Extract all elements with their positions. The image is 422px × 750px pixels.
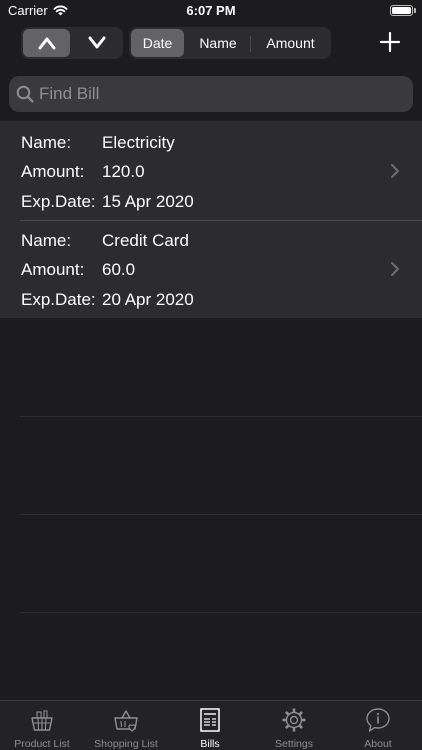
sort-by-amount-segment[interactable]: Amount <box>252 29 329 57</box>
add-bill-button[interactable] <box>376 28 404 56</box>
sort-by-date-segment[interactable]: Date <box>131 29 184 57</box>
bill-row[interactable]: Name: Electricity Amount: 120.0 Exp.Date… <box>0 122 422 220</box>
empty-row-separator <box>20 514 422 515</box>
bill-expiry-date: 15 Apr 2020 <box>102 192 194 211</box>
bill-amount: 120.0 <box>102 162 145 181</box>
chevron-right-icon <box>391 164 399 178</box>
chevron-up-icon <box>38 37 55 50</box>
segment-divider <box>250 36 251 52</box>
tab-shopping-list[interactable]: Shopping List <box>84 701 168 750</box>
bill-row[interactable]: Name: Credit Card Amount: 60.0 Exp.Date:… <box>0 220 422 318</box>
empty-row-separator <box>20 416 422 417</box>
tab-label: Settings <box>275 738 313 750</box>
bill-expiry-date: 20 Apr 2020 <box>102 290 194 309</box>
battery-icon <box>390 5 413 16</box>
bill-document-icon <box>200 708 220 732</box>
bill-name: Credit Card <box>102 231 189 250</box>
bill-name: Electricity <box>102 133 175 152</box>
tab-about[interactable]: About <box>336 701 420 750</box>
sort-order-control <box>21 27 123 59</box>
bill-list: Name: Electricity Amount: 120.0 Exp.Date… <box>0 122 422 318</box>
amount-label: Amount: <box>21 260 85 279</box>
plus-icon <box>379 31 401 53</box>
tab-bar: Product List Shopping List Bills Setting… <box>0 700 422 750</box>
expiry-date-label: Exp.Date: <box>21 290 96 309</box>
bill-amount: 60.0 <box>102 260 136 279</box>
empty-row-separator <box>20 612 422 613</box>
search-input[interactable] <box>39 76 399 112</box>
clock: 6:07 PM <box>186 3 236 18</box>
shopping-basket-heart-icon <box>114 710 138 732</box>
chevron-right-icon <box>391 262 399 276</box>
status-bar: Carrier 6:07 PM <box>0 0 422 22</box>
tab-settings[interactable]: Settings <box>252 701 336 750</box>
search-bar <box>0 66 422 122</box>
tab-label: Product List <box>14 738 70 750</box>
sort-by-name-segment[interactable]: Name <box>186 29 250 57</box>
info-bubble-icon <box>366 708 390 732</box>
expiry-date-label: Exp.Date: <box>21 192 96 211</box>
name-label: Name: <box>21 133 72 152</box>
chevron-down-icon <box>88 36 105 49</box>
basket-icon <box>31 710 53 731</box>
toolbar: Date Name Amount <box>0 22 422 66</box>
tab-label: Bills <box>200 738 220 750</box>
sort-by-control: Date Name Amount <box>129 27 331 59</box>
tab-product-list[interactable]: Product List <box>0 701 84 750</box>
search-field[interactable] <box>9 76 413 112</box>
search-icon <box>16 85 34 103</box>
sort-descending-button[interactable] <box>73 29 120 57</box>
battery-nub <box>414 8 416 13</box>
tab-bills[interactable]: Bills <box>168 701 252 750</box>
tab-label: Shopping List <box>94 738 158 750</box>
sort-ascending-button[interactable] <box>23 29 70 57</box>
tab-label: About <box>364 738 392 750</box>
amount-label: Amount: <box>21 162 85 181</box>
gear-icon <box>282 708 306 732</box>
name-label: Name: <box>21 231 72 250</box>
